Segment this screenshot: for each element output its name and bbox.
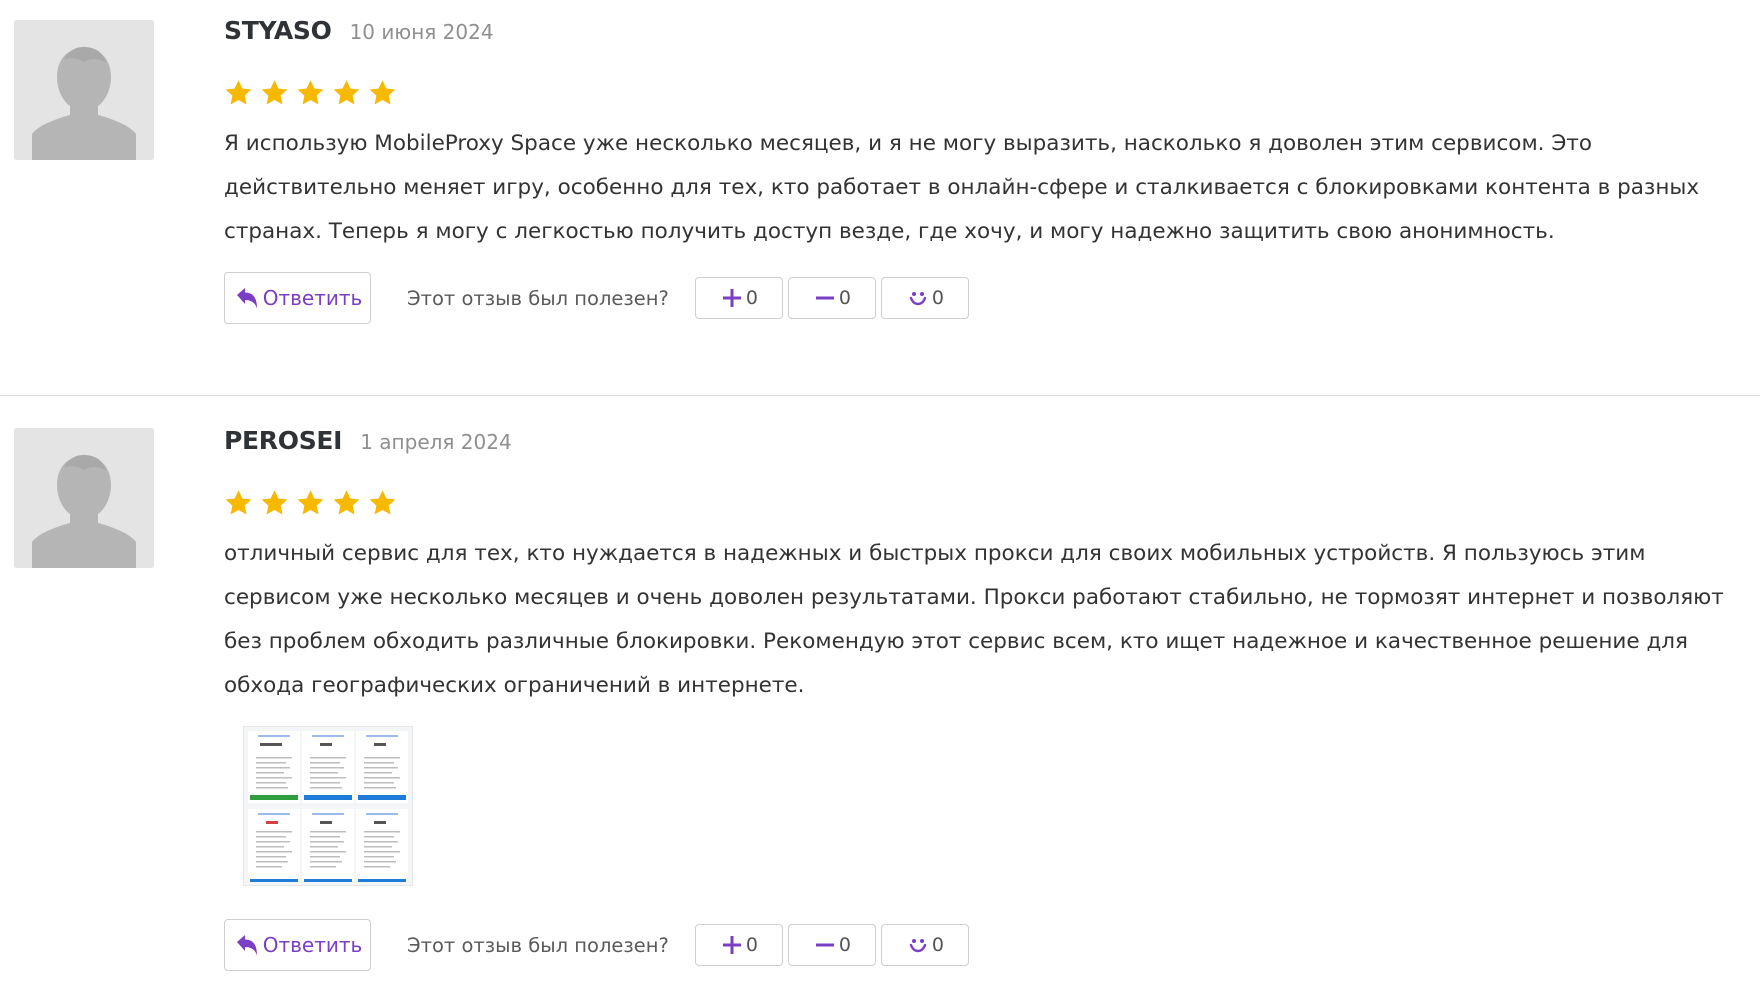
vote-plus-count: 0 — [745, 934, 758, 956]
vote-funny-count: 0 — [931, 287, 944, 309]
reply-button[interactable]: Ответить — [224, 919, 371, 971]
review-author[interactable]: PEROSEI — [224, 426, 343, 455]
minus-icon — [815, 296, 834, 300]
review-header: PEROSEI 1 апреля 2024 — [224, 426, 512, 455]
reply-arrow-icon — [236, 288, 257, 309]
vote-plus-button[interactable]: 0 — [694, 924, 783, 966]
rating-stars — [223, 488, 398, 518]
vote-funny-count: 0 — [931, 934, 944, 956]
review-attachment-image[interactable] — [243, 726, 413, 886]
star-icon — [369, 490, 396, 515]
vote-funny-button[interactable]: 0 — [880, 277, 969, 319]
vote-minus-count: 0 — [838, 934, 851, 956]
vote-minus-button[interactable]: 0 — [787, 924, 876, 966]
user-avatar-icon — [14, 428, 154, 568]
smile-icon — [909, 292, 927, 306]
star-icon — [333, 490, 360, 515]
smile-icon — [909, 939, 927, 953]
user-avatar-icon — [14, 20, 154, 160]
minus-icon — [815, 943, 834, 947]
reply-label: Ответить — [262, 286, 363, 310]
review-date: 10 июня 2024 — [349, 20, 494, 44]
review-actions: Ответить Этот отзыв был полезен? 0 0 0 — [224, 272, 974, 324]
reply-label: Ответить — [262, 933, 363, 957]
rating-stars — [223, 78, 398, 108]
star-icon — [333, 80, 360, 105]
review-date: 1 апреля 2024 — [360, 430, 512, 454]
star-icon — [297, 80, 324, 105]
plus-icon — [722, 289, 741, 307]
star-icon — [261, 490, 288, 515]
review-header: STYASO 10 июня 2024 — [224, 16, 494, 45]
vote-funny-button[interactable]: 0 — [880, 924, 969, 966]
vote-minus-count: 0 — [838, 287, 851, 309]
star-icon — [369, 80, 396, 105]
star-icon — [261, 80, 288, 105]
review-actions: Ответить Этот отзыв был полезен? 0 0 0 — [224, 919, 974, 971]
reply-button[interactable]: Ответить — [224, 272, 371, 324]
reply-arrow-icon — [236, 935, 257, 956]
review-text: отличный сервис для тех, кто нуждается в… — [224, 541, 1724, 698]
helpful-question: Этот отзыв был полезен? — [407, 933, 669, 957]
star-icon — [225, 80, 252, 105]
review-divider — [0, 395, 1760, 396]
vote-plus-count: 0 — [745, 287, 758, 309]
vote-plus-button[interactable]: 0 — [694, 277, 783, 319]
star-icon — [225, 490, 252, 515]
star-icon — [297, 490, 324, 515]
review-author[interactable]: STYASO — [224, 16, 332, 45]
review-text: Я использую MobileProxy Space уже нескол… — [224, 131, 1700, 244]
helpful-question: Этот отзыв был полезен? — [407, 286, 669, 310]
vote-minus-button[interactable]: 0 — [787, 277, 876, 319]
plus-icon — [722, 936, 741, 954]
